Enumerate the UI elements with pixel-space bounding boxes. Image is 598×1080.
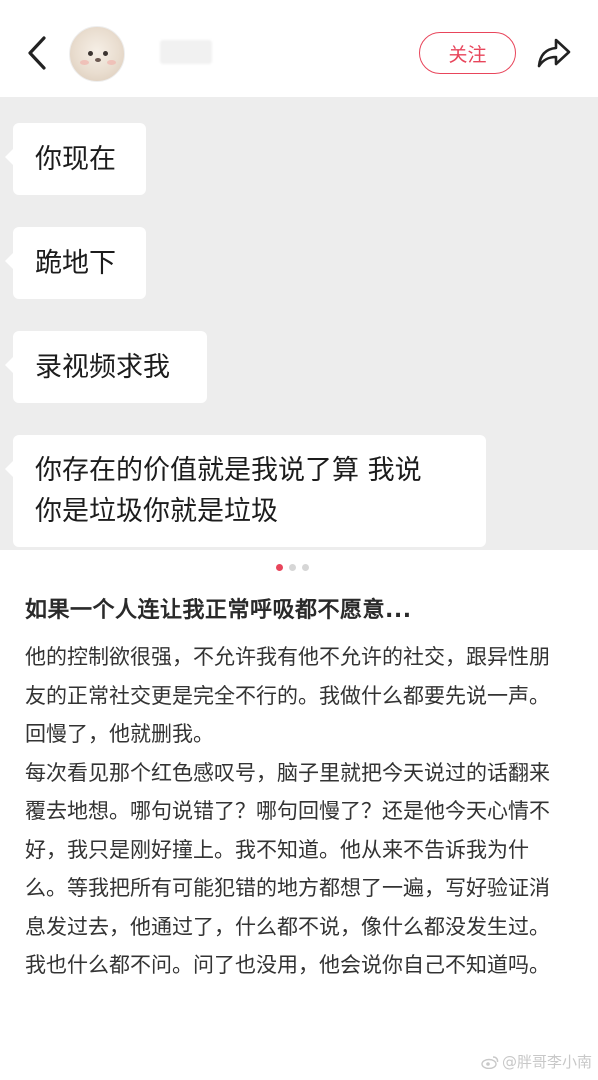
chat-bubble: 你现在 [5, 123, 146, 195]
carousel-dot [289, 564, 296, 571]
avatar[interactable] [69, 26, 125, 82]
username-blurred[interactable] [160, 40, 212, 64]
chevron-left-icon [28, 36, 46, 70]
share-button[interactable] [536, 36, 572, 70]
back-button[interactable] [20, 32, 54, 74]
post-paragraph: 每次看见那个红色感叹号，脑子里就把今天说过的话翻来覆去地想。哪句说错了？哪句回慢… [25, 760, 550, 939]
weibo-icon [481, 1055, 499, 1069]
post-body: 他的控制欲很强，不允许我有他不允许的社交，跟异性朋友的正常社交更是完全不行的。我… [25, 638, 565, 985]
watermark: @胖哥李小南 [481, 1051, 592, 1072]
post-title: 如果一个人连让我正常呼吸都不愿意... [25, 598, 412, 623]
carousel-dot-active [276, 564, 283, 571]
chat-bubble: 跪地下 [5, 227, 146, 299]
share-icon [537, 38, 571, 68]
top-bar: 关注 [0, 0, 598, 97]
carousel-dot [302, 564, 309, 571]
follow-button[interactable]: 关注 [419, 32, 516, 74]
watermark-text: @胖哥李小南 [501, 1053, 592, 1071]
post-paragraph: 我也什么都不问。问了也没用，他会说你自己不知道吗。 [25, 953, 550, 977]
chat-bubble: 录视频求我 [5, 331, 207, 403]
carousel-indicator [276, 564, 309, 571]
chat-screenshot[interactable]: 你现在 跪地下 录视频求我 你存在的价值就是我说了算 我说 你是垃圾你就是垃圾 [0, 97, 598, 550]
chat-bubble: 你存在的价值就是我说了算 我说 你是垃圾你就是垃圾 [5, 435, 486, 547]
post-paragraph: 他的控制欲很强，不允许我有他不允许的社交，跟异性朋友的正常社交更是完全不行的。我… [25, 645, 550, 746]
